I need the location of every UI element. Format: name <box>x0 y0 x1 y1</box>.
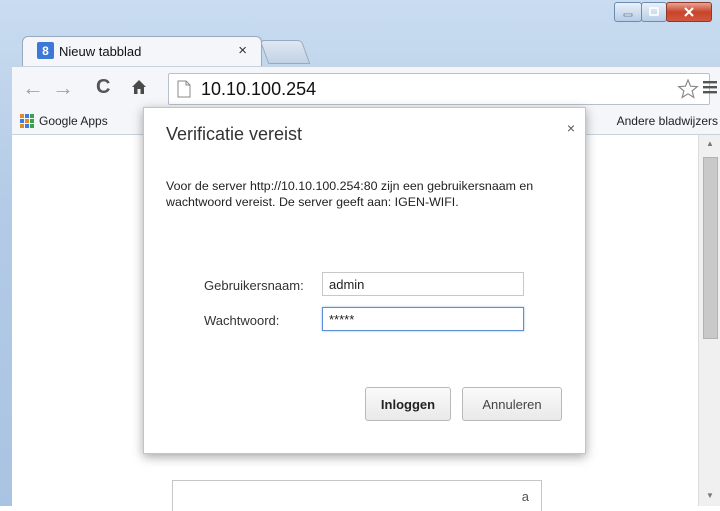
tab-close-icon[interactable]: × <box>238 42 247 59</box>
cancel-button[interactable]: Annuleren <box>462 387 562 421</box>
scroll-up-arrow-icon[interactable]: ▲ <box>706 139 714 148</box>
reload-icon[interactable]: C <box>96 76 110 99</box>
address-bar[interactable]: 10.10.100.254 <box>168 73 710 105</box>
browser-toolbar: ← → C 10.10.100.254 <box>12 66 720 111</box>
vertical-scrollbar[interactable]: ▲ ▼ <box>698 135 720 506</box>
maximize-button[interactable] <box>641 2 667 22</box>
address-bar-url: 10.10.100.254 <box>201 79 317 99</box>
tab-title: Nieuw tabblad <box>59 44 142 59</box>
page-box-glyph: a <box>521 489 529 504</box>
scroll-down-arrow-icon[interactable]: ▼ <box>706 491 714 500</box>
apps-grid-icon <box>20 114 34 128</box>
bookmark-star-icon[interactable] <box>677 78 699 100</box>
page-icon <box>177 80 191 98</box>
maximize-icon <box>649 7 659 16</box>
other-bookmarks-link[interactable]: Andere bladwijzers <box>617 114 718 128</box>
dialog-message: Voor de server http://10.10.100.254:80 z… <box>166 179 534 209</box>
menu-icon[interactable] <box>702 79 718 95</box>
page-search-box[interactable]: a <box>172 480 542 511</box>
home-icon[interactable] <box>130 76 148 102</box>
bookmark-label: Google Apps <box>39 114 108 128</box>
username-input[interactable] <box>322 272 524 296</box>
auth-dialog: Verificatie vereist × Voor de server htt… <box>143 107 586 454</box>
dialog-title: Verificatie vereist <box>166 124 303 144</box>
minimize-button[interactable] <box>614 2 642 22</box>
login-button[interactable]: Inloggen <box>365 387 451 421</box>
close-window-button[interactable] <box>666 2 712 22</box>
bookmark-google-apps[interactable]: Google Apps <box>20 114 108 128</box>
browser-window-frame: 8 Nieuw tabblad × ← → C 10.10.100.254 Go… <box>0 0 720 511</box>
new-tab-button[interactable] <box>259 40 311 64</box>
password-label: Wachtwoord: <box>204 313 280 328</box>
dialog-close-icon[interactable]: × <box>567 120 575 136</box>
forward-arrow-icon[interactable]: → <box>52 75 74 101</box>
username-label: Gebruikersnaam: <box>204 278 304 293</box>
window-controls <box>614 2 712 22</box>
scroll-thumb[interactable] <box>703 157 718 339</box>
tab-new-tab[interactable]: 8 Nieuw tabblad × <box>22 36 262 67</box>
back-arrow-icon[interactable]: ← <box>22 75 44 101</box>
password-input[interactable] <box>322 307 524 331</box>
tab-favicon-icon: 8 <box>37 42 54 59</box>
minimize-icon <box>623 13 633 17</box>
close-icon <box>684 7 694 17</box>
